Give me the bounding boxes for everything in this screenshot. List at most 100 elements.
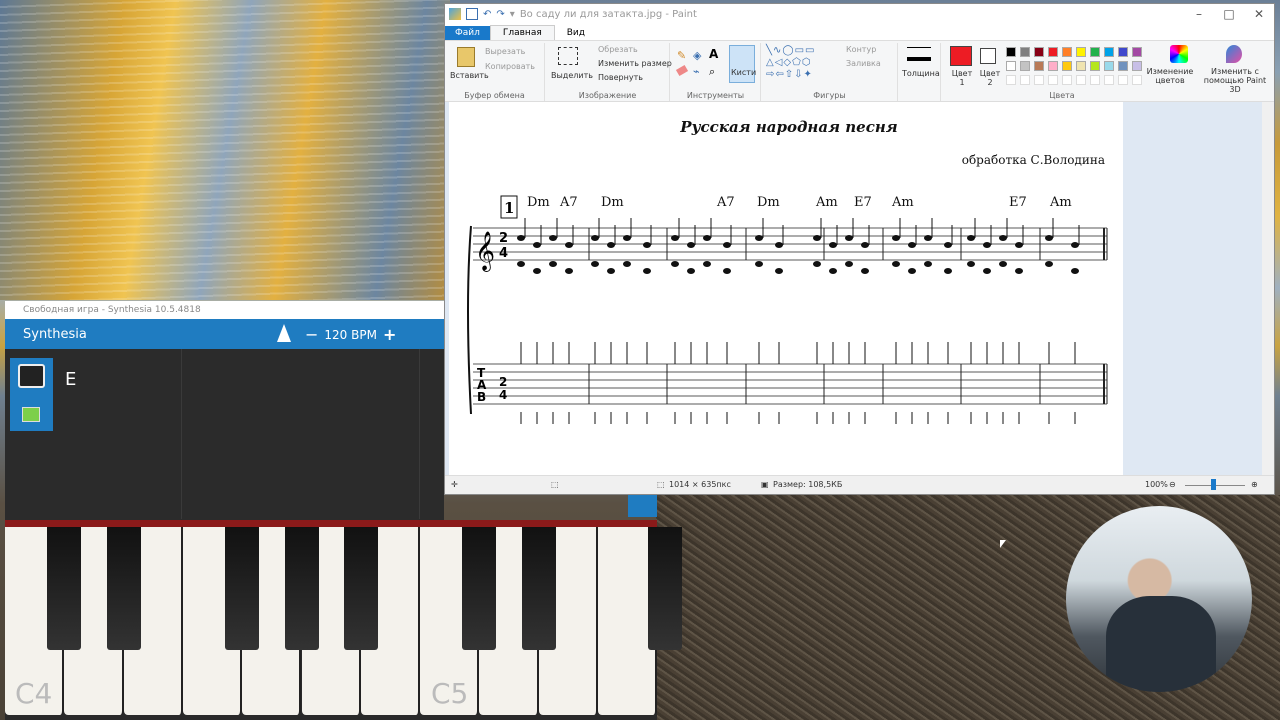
- quick-access-dropdown-icon[interactable]: ▾: [510, 9, 515, 20]
- palette-color-12[interactable]: [1020, 61, 1030, 71]
- zoom-in-icon[interactable]: ⊕: [1251, 480, 1258, 489]
- paint3d-button[interactable]: Изменить с помощью Paint 3D: [1200, 67, 1270, 94]
- palette-color-1[interactable]: [1006, 47, 1016, 57]
- metronome-icon[interactable]: [277, 324, 291, 342]
- palette-color-16[interactable]: [1076, 61, 1086, 71]
- custom-color-slot[interactable]: [1076, 75, 1086, 85]
- note-head: [845, 235, 853, 241]
- black-key[interactable]: [225, 527, 260, 650]
- black-key[interactable]: [284, 527, 319, 650]
- tab-home[interactable]: Главная: [489, 25, 555, 40]
- black-key[interactable]: [648, 527, 683, 650]
- vertical-scrollbar[interactable]: [1262, 102, 1274, 476]
- zoom-out-icon[interactable]: ⊖: [1169, 480, 1176, 489]
- track-card[interactable]: [10, 358, 53, 431]
- tempo-decrease-icon[interactable]: −: [305, 325, 318, 344]
- tab-file[interactable]: Файл: [445, 26, 490, 40]
- custom-color-slot[interactable]: [1020, 75, 1030, 85]
- copy-button[interactable]: Копировать: [485, 62, 535, 71]
- color-picker-icon[interactable]: ⌁: [693, 65, 700, 78]
- brushes-icon[interactable]: [729, 45, 755, 83]
- palette-color-2[interactable]: [1020, 47, 1030, 57]
- sheet-music-image[interactable]: Русская народная песня обработка С.Волод…: [449, 102, 1123, 476]
- fill-icon[interactable]: ◈: [693, 49, 701, 62]
- bass-note-head: [517, 261, 525, 267]
- cut-button[interactable]: Вырезать: [485, 47, 525, 56]
- paint3d-icon[interactable]: [1226, 45, 1242, 63]
- bass-note-head: [549, 261, 557, 267]
- palette-color-8[interactable]: [1104, 47, 1114, 57]
- black-key[interactable]: [462, 527, 497, 650]
- note-head: [967, 235, 975, 241]
- pencil-icon[interactable]: ✎: [677, 49, 686, 62]
- paste-icon[interactable]: [457, 47, 475, 67]
- redo-icon[interactable]: ↷: [496, 9, 504, 20]
- palette-color-15[interactable]: [1062, 61, 1072, 71]
- palette-color-13[interactable]: [1034, 61, 1044, 71]
- black-key[interactable]: [521, 527, 556, 650]
- color1-swatch[interactable]: [950, 46, 972, 66]
- palette-color-17[interactable]: [1090, 61, 1100, 71]
- custom-color-slot[interactable]: [1090, 75, 1100, 85]
- tab-view[interactable]: Вид: [555, 26, 597, 40]
- palette-color-14[interactable]: [1048, 61, 1058, 71]
- paint-window-title: Во саду ли для затакта.jpg - Paint: [519, 8, 697, 20]
- maximize-icon[interactable]: □: [1214, 7, 1244, 21]
- palette-color-6[interactable]: [1076, 47, 1086, 57]
- line-width-icon[interactable]: [907, 47, 931, 61]
- note-head: [703, 235, 711, 241]
- palette-color-18[interactable]: [1104, 61, 1114, 71]
- crop-button[interactable]: Обрезать: [598, 45, 638, 54]
- color2-swatch[interactable]: [980, 48, 996, 64]
- fill-dropdown[interactable]: Заливка: [846, 59, 881, 68]
- custom-color-slot[interactable]: [1104, 75, 1114, 85]
- black-key[interactable]: [47, 527, 82, 650]
- custom-color-slot[interactable]: [1118, 75, 1128, 85]
- resize-button[interactable]: Изменить размер: [598, 59, 672, 68]
- palette-color-11[interactable]: [1006, 61, 1016, 71]
- black-key[interactable]: [106, 527, 141, 650]
- color1-button[interactable]: Цвет 1: [950, 69, 974, 87]
- select-icon[interactable]: [558, 47, 578, 65]
- custom-color-slot[interactable]: [1062, 75, 1072, 85]
- tempo-increase-icon[interactable]: +: [383, 325, 396, 344]
- keyboard-toggle-icon[interactable]: [628, 495, 657, 517]
- palette-color-19[interactable]: [1118, 61, 1128, 71]
- palette-color-20[interactable]: [1132, 61, 1142, 71]
- eraser-icon[interactable]: [675, 64, 689, 77]
- close-icon[interactable]: ✕: [1244, 7, 1274, 21]
- palette-color-4[interactable]: [1048, 47, 1058, 57]
- palette-color-10[interactable]: [1132, 47, 1142, 57]
- bass-note-head: [829, 268, 837, 274]
- undo-icon[interactable]: ↶: [483, 9, 491, 20]
- custom-color-slot[interactable]: [1006, 75, 1016, 85]
- arranger-credit: обработка С.Володина: [962, 153, 1105, 167]
- size-button[interactable]: Толщина: [902, 69, 940, 78]
- bass-note-head: [1015, 268, 1023, 274]
- custom-color-slot[interactable]: [1034, 75, 1044, 85]
- save-icon[interactable]: [466, 8, 478, 20]
- custom-color-slot[interactable]: [1048, 75, 1058, 85]
- palette-color-7[interactable]: [1090, 47, 1100, 57]
- track-color-swatch[interactable]: [22, 407, 40, 422]
- palette-color-3[interactable]: [1034, 47, 1044, 57]
- text-icon[interactable]: A: [709, 47, 718, 61]
- paste-button[interactable]: Вставить: [450, 71, 489, 80]
- brushes-button[interactable]: Кисти: [731, 68, 756, 77]
- black-key[interactable]: [343, 527, 378, 650]
- minimize-icon[interactable]: –: [1184, 7, 1214, 21]
- edit-colors-icon[interactable]: [1170, 45, 1188, 63]
- custom-color-slot[interactable]: [1132, 75, 1142, 85]
- clipboard-label: Буфер обмена: [464, 91, 525, 100]
- palette-color-9[interactable]: [1118, 47, 1128, 57]
- edit-colors-button[interactable]: Изменение цветов: [1144, 67, 1196, 85]
- color2-button[interactable]: Цвет 2: [978, 69, 1002, 87]
- rotate-button[interactable]: Повернуть: [598, 73, 643, 82]
- palette-color-5[interactable]: [1062, 47, 1072, 57]
- zoom-slider-thumb[interactable]: [1211, 479, 1216, 490]
- magnifier-icon[interactable]: ⌕: [709, 65, 715, 79]
- bass-note-head: [924, 261, 932, 267]
- select-button[interactable]: Выделить: [551, 71, 593, 80]
- shapes-gallery-icon[interactable]: ╲∿◯▭▭ △◁◇⬠⬡ ⇨⇦⇧⇩✦: [766, 45, 836, 83]
- outline-dropdown[interactable]: Контур: [846, 45, 876, 54]
